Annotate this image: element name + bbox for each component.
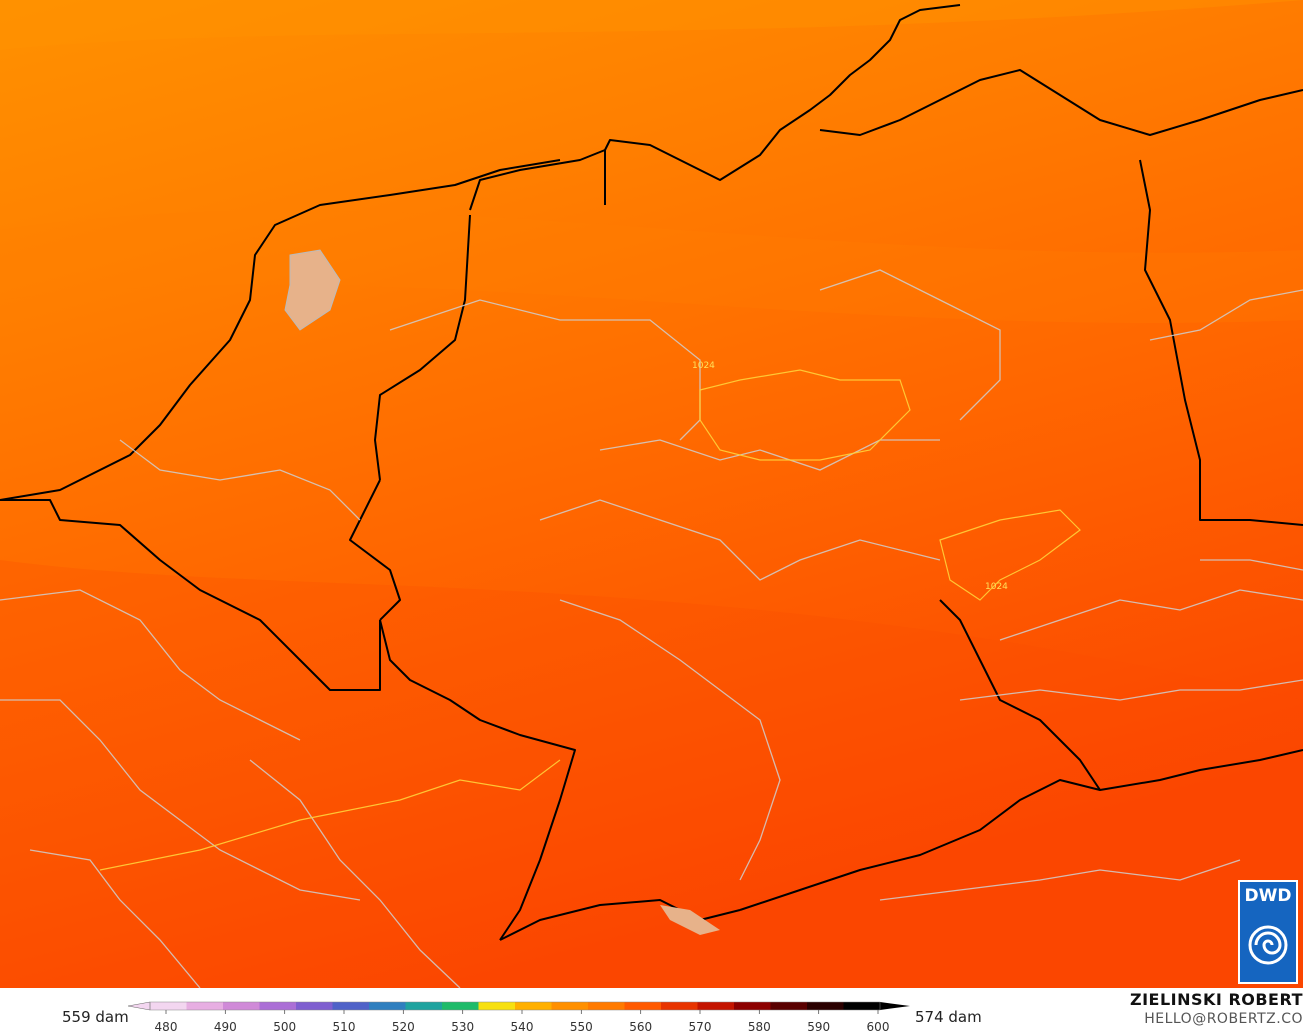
legend-tick-label: 520 <box>392 1020 415 1034</box>
legend-swatch <box>770 1002 808 1010</box>
legend-swatch <box>369 1002 406 1010</box>
legend-swatch <box>186 1002 224 1010</box>
legend-tick-label: 600 <box>867 1020 890 1034</box>
legend-max-arrow <box>880 1002 910 1010</box>
legend-tick-label: 580 <box>748 1020 771 1034</box>
legend-swatch <box>223 1002 260 1010</box>
legend-swatch <box>259 1002 297 1010</box>
isobar-label: 1024 <box>985 582 1008 592</box>
credit-name: ZIELINSKI ROBERT <box>1129 990 1303 1009</box>
legend-min-label: 559 dam <box>62 1008 129 1026</box>
legend-swatch <box>588 1002 625 1010</box>
legend-tick-label: 550 <box>570 1020 593 1034</box>
legend-tick-label: 500 <box>273 1020 296 1034</box>
legend-swatch <box>296 1002 333 1010</box>
legend-swatch <box>478 1002 516 1010</box>
legend-min-arrow <box>127 1001 151 1011</box>
legend-tick-label: 530 <box>451 1020 474 1034</box>
legend-swatch <box>843 1002 881 1010</box>
isobar-label: 1024 <box>692 361 715 371</box>
dwd-logo: DWD <box>1238 880 1298 984</box>
legend-swatch <box>515 1002 552 1010</box>
legend-swatch <box>807 1002 844 1010</box>
legend-swatch <box>697 1002 735 1010</box>
swirl-icon <box>1248 925 1288 965</box>
legend-swatch <box>150 1002 187 1010</box>
legend-tick-label: 590 <box>807 1020 830 1034</box>
weather-map: 1024 1024 <box>0 0 1303 988</box>
legend-swatch <box>442 1002 479 1010</box>
legend-swatch <box>551 1002 589 1010</box>
legend-max-label: 574 dam <box>915 1008 982 1026</box>
legend-tick-label: 560 <box>629 1020 652 1034</box>
legend-swatch <box>624 1002 662 1010</box>
legend-swatch <box>405 1002 443 1010</box>
legend-swatch <box>734 1002 771 1010</box>
legend-tick-label: 490 <box>214 1020 237 1034</box>
legend-swatch <box>332 1002 370 1010</box>
legend-tick-label: 540 <box>511 1020 534 1034</box>
color-legend: 480 490 500 510 520 530 540 550 560 570 580 590 600 <box>127 1001 910 1034</box>
legend-swatch <box>661 1002 698 1010</box>
legend-tick-label: 570 <box>689 1020 712 1034</box>
dwd-logo-text: DWD <box>1244 886 1292 906</box>
legend-tick-label: 480 <box>155 1020 178 1034</box>
legend-tick-label: 510 <box>333 1020 356 1034</box>
credit-email: HELLO@ROBERTZ.CO <box>1144 1011 1303 1027</box>
